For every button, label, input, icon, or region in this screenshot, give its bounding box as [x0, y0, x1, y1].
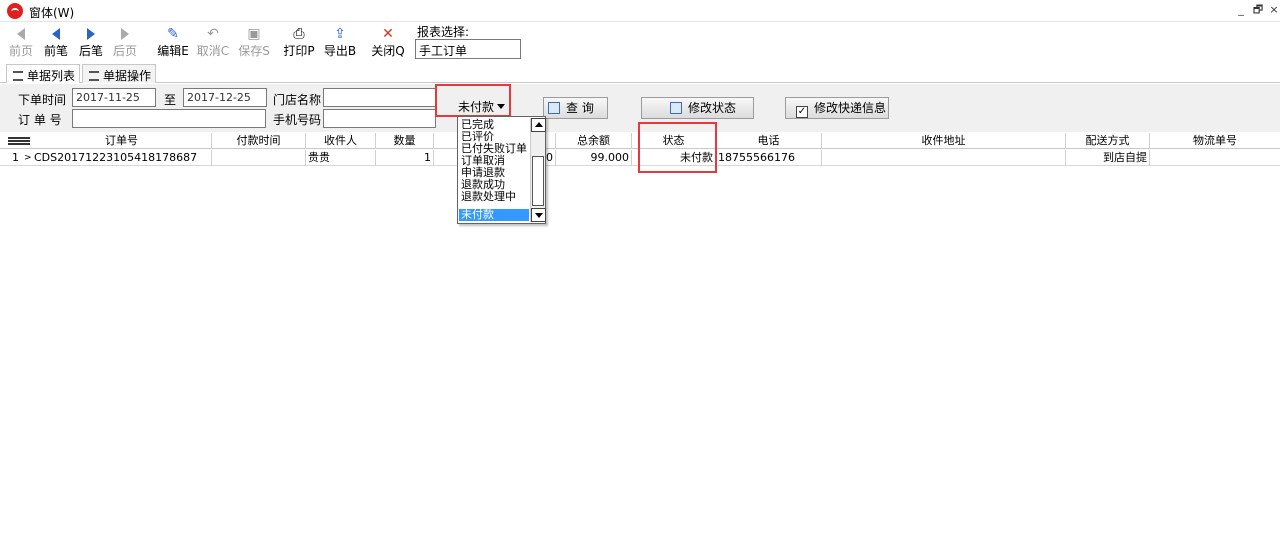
list-icon	[13, 71, 23, 81]
date-to-field[interactable]: 2017-12-25	[183, 88, 267, 107]
col-recipient[interactable]: 收件人	[306, 133, 376, 149]
row-selector-icon[interactable]	[8, 137, 30, 145]
restore-button[interactable]: 🗗	[1250, 3, 1266, 17]
status-combo-highlight	[435, 84, 511, 117]
phone-label: 手机号码	[273, 113, 322, 127]
cell-total[interactable]: 99.000	[556, 150, 632, 166]
modify-express-button[interactable]: ✓ 修改快递信息	[785, 97, 889, 119]
close-icon: ✕	[382, 26, 394, 42]
previous-icon	[40, 24, 72, 44]
cell-pay-time[interactable]	[212, 150, 306, 166]
cell-recipient[interactable]: 贵贵	[306, 150, 376, 166]
next-icon	[76, 24, 106, 44]
undo-icon: ↶	[207, 26, 219, 42]
col-order-no[interactable]: 订单号	[32, 133, 212, 149]
export-icon: ⇪	[334, 26, 346, 42]
status-option-selected[interactable]: 未付款	[459, 209, 529, 221]
store-name-label: 门店名称	[273, 93, 322, 107]
status-option[interactable]: 退款处理中	[459, 191, 529, 203]
previous-button[interactable]: 前笔	[40, 24, 72, 60]
scroll-up-icon[interactable]	[531, 118, 546, 132]
report-select-label: 报表选择:	[417, 25, 470, 39]
minimize-button[interactable]: _	[1233, 3, 1249, 17]
export-button[interactable]: ⇪ 导出B	[322, 24, 358, 60]
first-page-button[interactable]: 前页	[6, 24, 36, 60]
edit-status-icon	[670, 102, 682, 114]
cell-qty[interactable]: 1	[376, 150, 434, 166]
app-logo-icon	[7, 3, 23, 19]
next-button[interactable]: 后笔	[76, 24, 106, 60]
search-icon	[548, 102, 560, 114]
query-button[interactable]: 查 询	[543, 97, 608, 119]
col-pay-time[interactable]: 付款时间	[212, 133, 306, 149]
col-delivery[interactable]: 配送方式	[1066, 133, 1150, 149]
col-total[interactable]: 总余额	[556, 133, 632, 149]
scroll-down-icon[interactable]	[531, 208, 546, 222]
status-column-highlight	[638, 122, 717, 173]
to-label: 至	[164, 93, 177, 107]
title-bar: 窗体(W) _ 🗗 ×	[0, 0, 1280, 22]
print-button[interactable]: ⎙ 打印P	[281, 24, 317, 60]
phone-field[interactable]	[323, 109, 436, 128]
last-page-icon	[110, 24, 140, 44]
save-button[interactable]: ▣ 保存S	[236, 24, 272, 60]
close-button[interactable]: ✕ 关闭Q	[370, 24, 406, 60]
checkbox-icon: ✓	[796, 106, 808, 118]
cell-order-no[interactable]: CDS20171223105418178687	[32, 150, 212, 166]
col-address[interactable]: 收件地址	[822, 133, 1066, 149]
current-row-icon: >	[24, 153, 32, 163]
report-select[interactable]: 手工订单	[415, 39, 521, 59]
col-phone[interactable]: 电话	[716, 133, 822, 149]
dropdown-scrollbar[interactable]	[530, 118, 546, 222]
cancel-button[interactable]: ↶ 取消C	[195, 24, 231, 60]
first-page-icon	[6, 24, 36, 44]
tab-document-list[interactable]: 单据列表	[6, 64, 80, 83]
order-no-field[interactable]	[72, 109, 266, 128]
order-time-label: 下单时间	[18, 93, 67, 107]
window-title: 窗体(W)	[29, 6, 75, 20]
edit-button[interactable]: ✎ 编辑E	[155, 24, 191, 60]
scrollbar-thumb[interactable]	[532, 156, 544, 206]
cell-phone[interactable]: 18755566176	[716, 150, 822, 166]
edit-icon: ✎	[167, 26, 179, 42]
status-dropdown-list[interactable]: 已完成 已评价 已付失败订单 订单取消 申请退款 退款成功 退款处理中 未付款	[457, 116, 546, 224]
tab-document-operation[interactable]: 单据操作	[82, 64, 156, 83]
date-from-field[interactable]: 2017-11-25	[72, 88, 156, 107]
cell-address[interactable]	[822, 150, 1066, 166]
cell-delivery[interactable]: 到店自提	[1066, 150, 1150, 166]
tab-bar: 单据列表 单据操作	[0, 64, 1280, 83]
last-page-button[interactable]: 后页	[110, 24, 140, 60]
col-tracking[interactable]: 物流单号	[1150, 133, 1280, 149]
close-window-button[interactable]: ×	[1266, 3, 1280, 17]
toolbar: 前页 前笔 后笔 后页 ✎ 编辑E ↶ 取消C ▣ 保存S ⎙ 打印P ⇪ 导出…	[0, 22, 1280, 62]
order-no-label: 订 单 号	[18, 113, 62, 127]
col-qty[interactable]: 数量	[376, 133, 434, 149]
store-name-field[interactable]	[323, 88, 436, 107]
form-icon	[89, 71, 99, 81]
cell-tracking[interactable]	[1150, 150, 1280, 166]
printer-icon: ⎙	[293, 26, 305, 42]
modify-status-button[interactable]: 修改状态	[641, 97, 754, 119]
save-icon: ▣	[247, 26, 261, 42]
